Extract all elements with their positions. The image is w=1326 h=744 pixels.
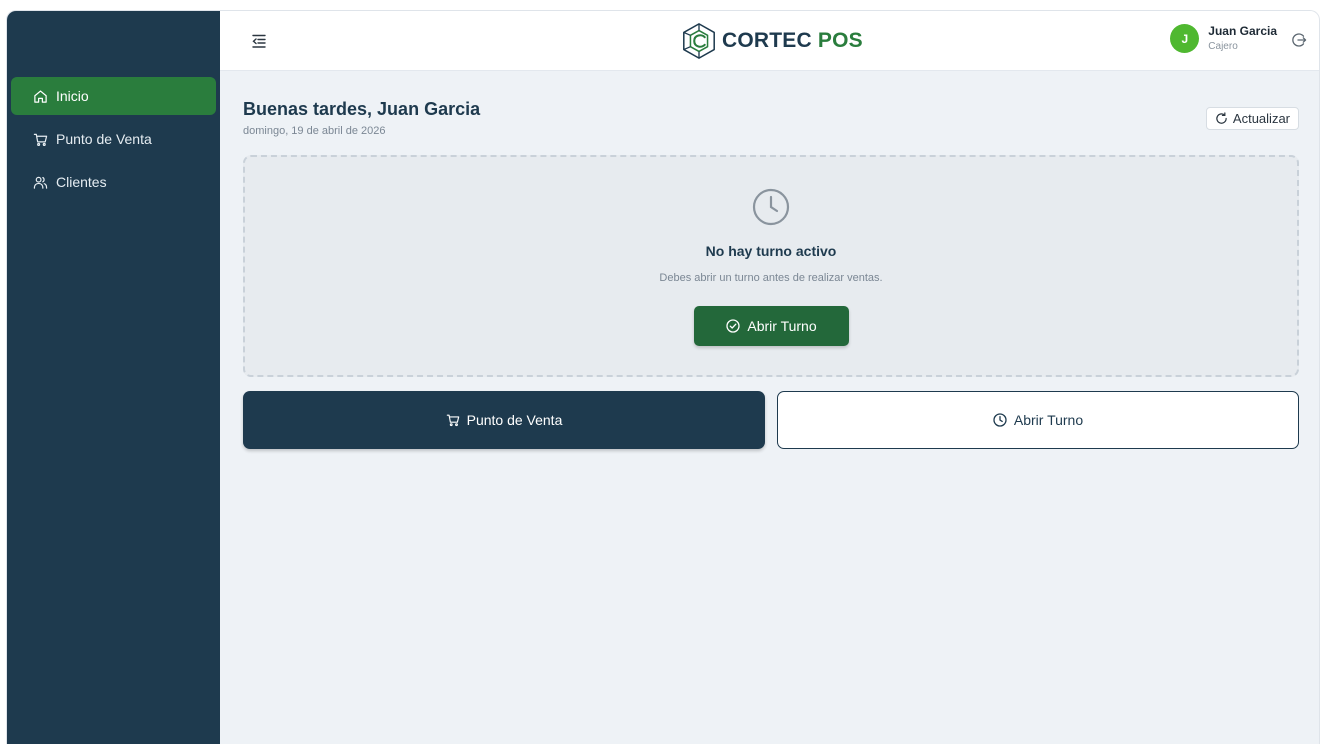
sidebar-item-label: Punto de Venta <box>56 131 152 147</box>
open-shift-button[interactable]: Abrir Turno <box>694 306 849 346</box>
sidebar-item-inicio[interactable]: Inicio <box>11 77 216 115</box>
open-shift-secondary-label: Abrir Turno <box>1013 412 1084 428</box>
sidebar: Inicio Punto de Venta Clientes <box>7 11 220 744</box>
no-shift-card: No hay turno activo Debes abrir un turno… <box>243 155 1299 377</box>
page-title: Buenas tardes, Juan Garcia <box>243 99 481 119</box>
logout-icon[interactable] <box>1291 32 1307 48</box>
sidebar-item-clientes[interactable]: Clientes <box>11 163 216 201</box>
refresh-button[interactable]: Actualizar <box>1205 107 1299 130</box>
brand-logo: CORTEC POS <box>680 22 863 60</box>
sidebar-nav: Inicio Punto de Venta Clientes <box>11 77 216 206</box>
cart-icon <box>33 133 48 146</box>
open-shift-label: Abrir Turno <box>747 318 817 334</box>
cortec-logo-icon <box>683 23 715 59</box>
sidebar-item-label: Clientes <box>56 174 107 190</box>
sidebar-item-punto-de-venta[interactable]: Punto de Venta <box>11 120 216 158</box>
cart-icon <box>446 414 459 427</box>
empty-state-subtitle: Debes abrir un turno antes de realizar v… <box>659 272 883 284</box>
quick-actions: Punto de Venta Abrir Turno <box>243 391 1299 449</box>
empty-state-title: No hay turno activo <box>705 243 837 259</box>
brand-name-part1: CORTEC <box>722 29 812 52</box>
main-content: Buenas tardes, Juan Garcia domingo, 19 d… <box>243 71 1299 449</box>
top-bar: CORTEC POS J Juan Garcia Cajero <box>220 11 1319 71</box>
refresh-label: Actualizar <box>1232 111 1290 126</box>
clock-icon <box>993 413 1007 427</box>
brand-name: CORTEC POS <box>722 29 863 53</box>
pos-button-label: Punto de Venta <box>466 412 563 428</box>
user-name: Juan Garcia <box>1208 24 1277 39</box>
sidebar-item-label: Inicio <box>56 88 89 104</box>
brand-name-part2: POS <box>817 29 863 52</box>
user-menu: J Juan Garcia Cajero <box>1170 24 1307 53</box>
refresh-icon <box>1216 112 1227 124</box>
app-window: Inicio Punto de Venta Clientes CORTEC PO… <box>6 10 1320 744</box>
user-info: Juan Garcia Cajero <box>1208 24 1277 52</box>
check-circle-icon <box>726 319 741 333</box>
avatar[interactable]: J <box>1170 24 1200 53</box>
home-icon <box>34 89 47 103</box>
users-icon <box>33 176 48 189</box>
menu-collapse-icon[interactable] <box>250 32 268 50</box>
current-date: domingo, 19 de abril de 2026 <box>243 125 386 137</box>
clock-icon <box>752 188 790 226</box>
user-role: Cajero <box>1208 40 1238 52</box>
pos-button[interactable]: Punto de Venta <box>243 391 765 449</box>
open-shift-secondary-button[interactable]: Abrir Turno <box>777 391 1299 449</box>
